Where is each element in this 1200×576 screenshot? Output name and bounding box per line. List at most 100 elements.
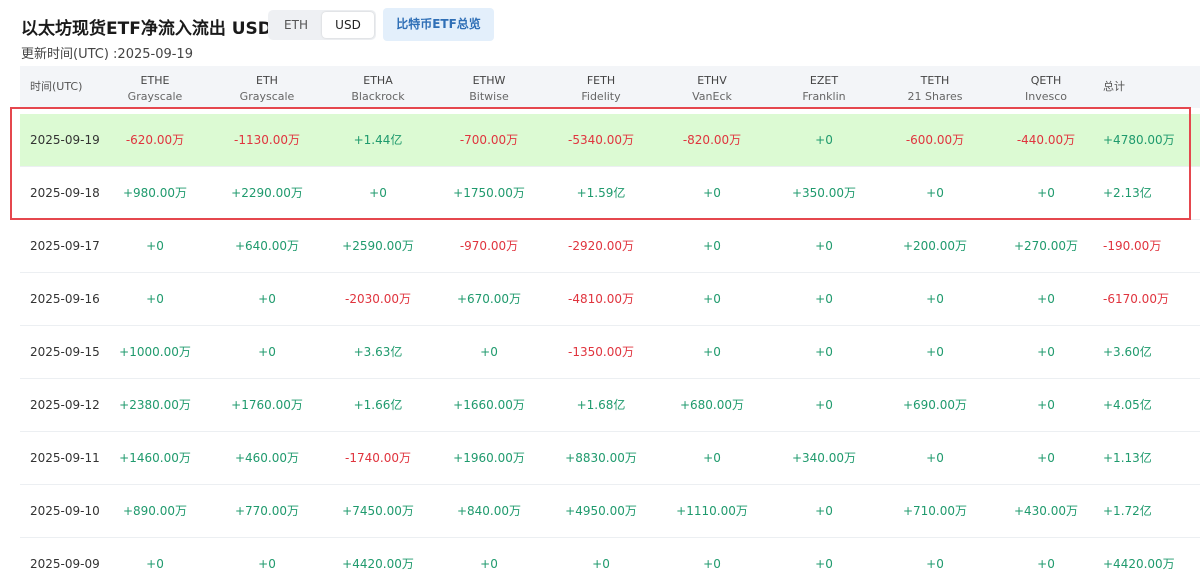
row-total-value: -6170.00万 bbox=[1103, 292, 1169, 306]
flow-value-teth: -600.00万 bbox=[905, 133, 965, 147]
flow-value-qeth: +0 bbox=[1037, 557, 1055, 571]
flow-value-teth: +0 bbox=[926, 557, 944, 571]
flow-value-feth: -4810.00万 bbox=[568, 292, 634, 306]
column-header-total: 总计 bbox=[1103, 80, 1125, 93]
column-symbol: ETHA bbox=[363, 74, 393, 87]
flow-value-ezet: +0 bbox=[815, 345, 833, 359]
column-header-teth: TETH 21 Shares bbox=[885, 66, 985, 108]
flow-value-qeth: +430.00万 bbox=[1013, 504, 1079, 518]
page-header: 以太坊现货ETF净流入流出 USD 更新时间(UTC) :2025-09-19 … bbox=[0, 0, 1200, 66]
flow-value-ethv: +0 bbox=[703, 186, 721, 200]
flow-value-teth: +710.00万 bbox=[902, 504, 968, 518]
flow-value-ethv: +0 bbox=[703, 345, 721, 359]
column-issuer: Bitwise bbox=[469, 90, 509, 103]
column-header-qeth: QETH Invesco bbox=[996, 66, 1096, 108]
column-symbol: ETH bbox=[256, 74, 278, 87]
column-issuer: 21 Shares bbox=[907, 90, 963, 103]
column-symbol: TETH bbox=[920, 74, 950, 87]
unit-option-eth[interactable]: ETH bbox=[270, 12, 322, 38]
column-symbol: EZET bbox=[809, 74, 839, 87]
flow-value-etha: +2590.00万 bbox=[342, 239, 414, 253]
flow-value-ethw: +1960.00万 bbox=[453, 451, 525, 465]
flow-value-ethv: +0 bbox=[703, 451, 721, 465]
table-header: 时间(UTC) ETHE Grayscale ETH Grayscale ETHA Blac… bbox=[20, 66, 1200, 108]
flow-value-ethv: +680.00万 bbox=[679, 398, 745, 412]
flow-value-ethw: +0 bbox=[480, 557, 498, 571]
flow-value-eth: +770.00万 bbox=[234, 504, 300, 518]
column-issuer: Grayscale bbox=[127, 90, 183, 103]
column-header-ethe: ETHE Grayscale bbox=[105, 66, 205, 108]
flow-value-ezet: +0 bbox=[815, 133, 833, 147]
table-row: 2025-09-12 +2380.00万 +1760.00万 +1.66亿 +1660.… bbox=[20, 379, 1200, 432]
unit-option-usd[interactable]: USD bbox=[322, 12, 374, 38]
flow-value-ethv: -820.00万 bbox=[682, 133, 742, 147]
page-title: 以太坊现货ETF净流入流出 USD bbox=[21, 19, 272, 39]
flow-value-ezet: +340.00万 bbox=[791, 451, 857, 465]
table-row: 2025-09-16 +0 +0 -2030.00万 +670.00万 -4810.00万… bbox=[20, 273, 1200, 326]
flow-value-ezet: +0 bbox=[815, 239, 833, 253]
table-row: 2025-09-10 +890.00万 +770.00万 +7450.00万 +840.… bbox=[20, 485, 1200, 538]
flow-value-teth: +0 bbox=[926, 292, 944, 306]
flow-value-eth: -1130.00万 bbox=[234, 133, 300, 147]
flow-value-qeth: +0 bbox=[1037, 451, 1055, 465]
table-row: 2025-09-19 -620.00万 -1130.00万 +1.44亿 -700.00… bbox=[20, 114, 1200, 167]
flow-value-eth: +0 bbox=[258, 345, 276, 359]
flow-value-ethe: +0 bbox=[146, 292, 164, 306]
table-row: 2025-09-17 +0 +640.00万 +2590.00万 -970.00万 -29… bbox=[20, 220, 1200, 273]
row-total-value: +1.72亿 bbox=[1103, 504, 1152, 518]
flow-value-ezet: +0 bbox=[815, 398, 833, 412]
flow-value-etha: +4420.00万 bbox=[342, 557, 414, 571]
column-issuer: Grayscale bbox=[239, 90, 295, 103]
column-issuer: VanEck bbox=[692, 90, 732, 103]
flow-value-eth: +0 bbox=[258, 557, 276, 571]
flow-value-ethw: +670.00万 bbox=[456, 292, 522, 306]
table-row: 2025-09-18 +980.00万 +2290.00万 +0 +1750.00万 +1… bbox=[20, 167, 1200, 220]
flow-value-etha: +1.44亿 bbox=[353, 133, 403, 147]
flow-value-etha: +0 bbox=[369, 186, 387, 200]
flow-value-etha: +3.63亿 bbox=[353, 345, 403, 359]
flow-value-teth: +0 bbox=[926, 186, 944, 200]
flow-value-ethv: +0 bbox=[703, 557, 721, 571]
flow-value-ethw: +1750.00万 bbox=[453, 186, 525, 200]
flow-value-ethe: +0 bbox=[146, 239, 164, 253]
flow-value-feth: +8830.00万 bbox=[565, 451, 637, 465]
flow-value-qeth: +0 bbox=[1037, 398, 1055, 412]
row-total-value: +1.13亿 bbox=[1103, 451, 1152, 465]
row-total-value: +4780.00万 bbox=[1103, 133, 1175, 147]
flow-value-ethv: +0 bbox=[703, 239, 721, 253]
flow-value-ezet: +0 bbox=[815, 504, 833, 518]
row-total-value: +4420.00万 bbox=[1103, 557, 1175, 571]
flow-value-ethw: -700.00万 bbox=[459, 133, 519, 147]
flow-value-teth: +0 bbox=[926, 345, 944, 359]
column-symbol: QETH bbox=[1030, 74, 1062, 87]
column-header-eth: ETH Grayscale bbox=[217, 66, 317, 108]
column-header-ethw: ETHW Bitwise bbox=[439, 66, 539, 108]
flow-value-eth: +2290.00万 bbox=[231, 186, 303, 200]
flow-value-ezet: +0 bbox=[815, 292, 833, 306]
flow-value-ethw: +1660.00万 bbox=[453, 398, 525, 412]
flow-value-ethw: +0 bbox=[480, 345, 498, 359]
updated-time: 更新时间(UTC) :2025-09-19 bbox=[21, 47, 193, 62]
table-row: 2025-09-11 +1460.00万 +460.00万 -1740.00万 +196… bbox=[20, 432, 1200, 485]
flow-value-feth: +0 bbox=[592, 557, 610, 571]
flow-value-etha: +1.66亿 bbox=[353, 398, 403, 412]
flow-value-ethe: +2380.00万 bbox=[119, 398, 191, 412]
flow-value-qeth: -440.00万 bbox=[1016, 133, 1076, 147]
flow-value-ethe: -620.00万 bbox=[125, 133, 185, 147]
flow-value-feth: +4950.00万 bbox=[565, 504, 637, 518]
flow-value-qeth: +0 bbox=[1037, 186, 1055, 200]
flow-value-feth: +1.59亿 bbox=[576, 186, 626, 200]
flow-value-teth: +200.00万 bbox=[902, 239, 968, 253]
flow-value-feth: -5340.00万 bbox=[568, 133, 634, 147]
flow-value-ethe: +890.00万 bbox=[122, 504, 188, 518]
flow-value-ethe: +980.00万 bbox=[122, 186, 188, 200]
flow-value-feth: +1.68亿 bbox=[576, 398, 626, 412]
table-row: 2025-09-15 +1000.00万 +0 +3.63亿 +0 -1350.00万 +0… bbox=[20, 326, 1200, 379]
flow-value-teth: +0 bbox=[926, 451, 944, 465]
flow-value-eth: +460.00万 bbox=[234, 451, 300, 465]
btc-etf-overview-button[interactable]: 比特币ETF总览 bbox=[383, 8, 494, 41]
column-header-ezet: EZET Franklin bbox=[774, 66, 874, 108]
flow-value-ethe: +1000.00万 bbox=[119, 345, 191, 359]
flow-value-qeth: +0 bbox=[1037, 292, 1055, 306]
flow-value-eth: +1760.00万 bbox=[231, 398, 303, 412]
